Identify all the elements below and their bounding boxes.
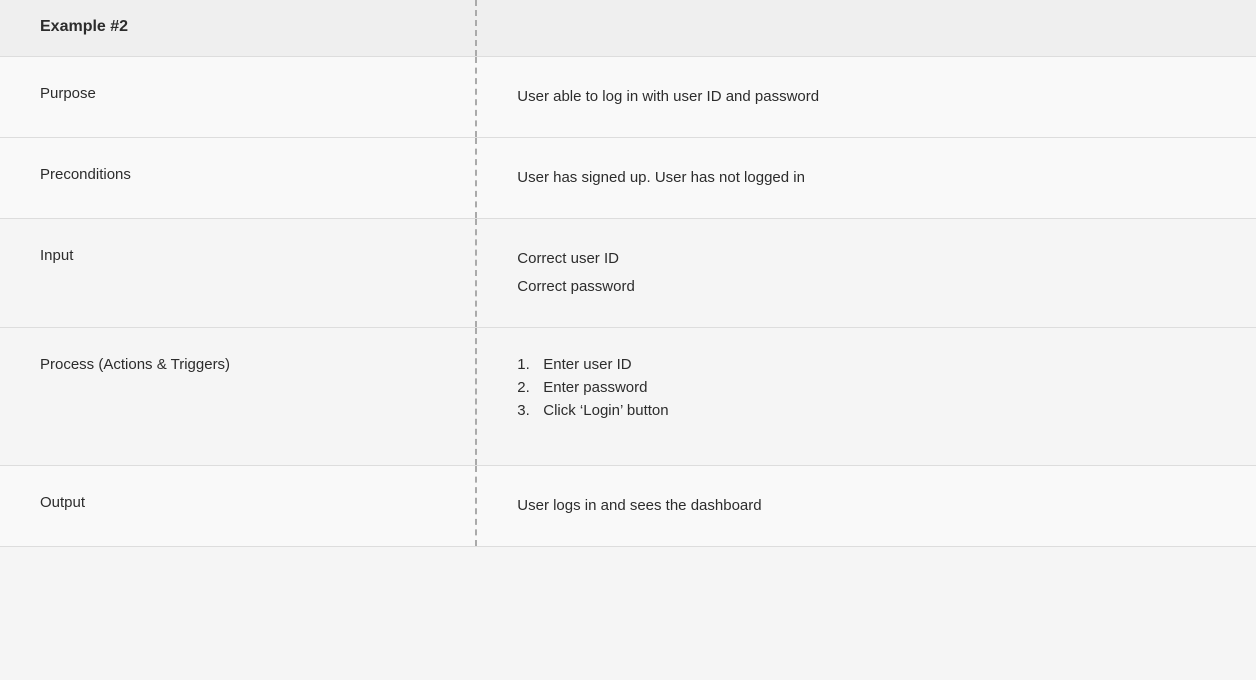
process-step-2: 2. Enter password: [517, 379, 1216, 396]
process-label: Process (Actions & Triggers): [40, 356, 230, 373]
use-case-table: Example #2 Purpose User able to log in w…: [0, 0, 1256, 547]
output-value-cell: User logs in and sees the dashboard: [477, 466, 1256, 546]
input-label-cell: Input: [0, 219, 477, 327]
process-value-cell: 1. Enter user ID 2. Enter password 3. Cl…: [477, 328, 1256, 465]
process-step-1: 1. Enter user ID: [517, 356, 1216, 373]
purpose-label: Purpose: [40, 85, 96, 102]
output-row: Output User logs in and sees the dashboa…: [0, 466, 1256, 547]
purpose-row: Purpose User able to log in with user ID…: [0, 57, 1256, 138]
header-row: Example #2: [0, 0, 1256, 57]
purpose-value: User able to log in with user ID and pas…: [517, 88, 819, 105]
preconditions-label-cell: Preconditions: [0, 138, 477, 218]
purpose-value-cell: User able to log in with user ID and pas…: [477, 57, 1256, 137]
process-steps-list: 1. Enter user ID 2. Enter password 3. Cl…: [517, 356, 1216, 419]
output-label-cell: Output: [0, 466, 477, 546]
preconditions-value-cell: User has signed up. User has not logged …: [477, 138, 1256, 218]
header-right: [477, 0, 1256, 56]
process-step-3: 3. Click ‘Login’ button: [517, 402, 1216, 419]
purpose-label-cell: Purpose: [0, 57, 477, 137]
process-row: Process (Actions & Triggers) 1. Enter us…: [0, 328, 1256, 466]
preconditions-row: Preconditions User has signed up. User h…: [0, 138, 1256, 219]
output-value: User logs in and sees the dashboard: [517, 497, 761, 514]
example-title: Example #2: [40, 18, 128, 35]
preconditions-label: Preconditions: [40, 166, 131, 183]
process-label-cell: Process (Actions & Triggers): [0, 328, 477, 465]
output-label: Output: [40, 494, 85, 511]
input-row: Input Correct user ID Correct password: [0, 219, 1256, 328]
header-left: Example #2: [0, 0, 477, 56]
input-value-cell: Correct user ID Correct password: [477, 219, 1256, 327]
input-line-1: Correct user ID: [517, 247, 1216, 271]
input-label: Input: [40, 247, 73, 264]
input-line-2: Correct password: [517, 275, 1216, 299]
input-lines: Correct user ID Correct password: [517, 247, 1216, 299]
preconditions-value: User has signed up. User has not logged …: [517, 169, 805, 186]
